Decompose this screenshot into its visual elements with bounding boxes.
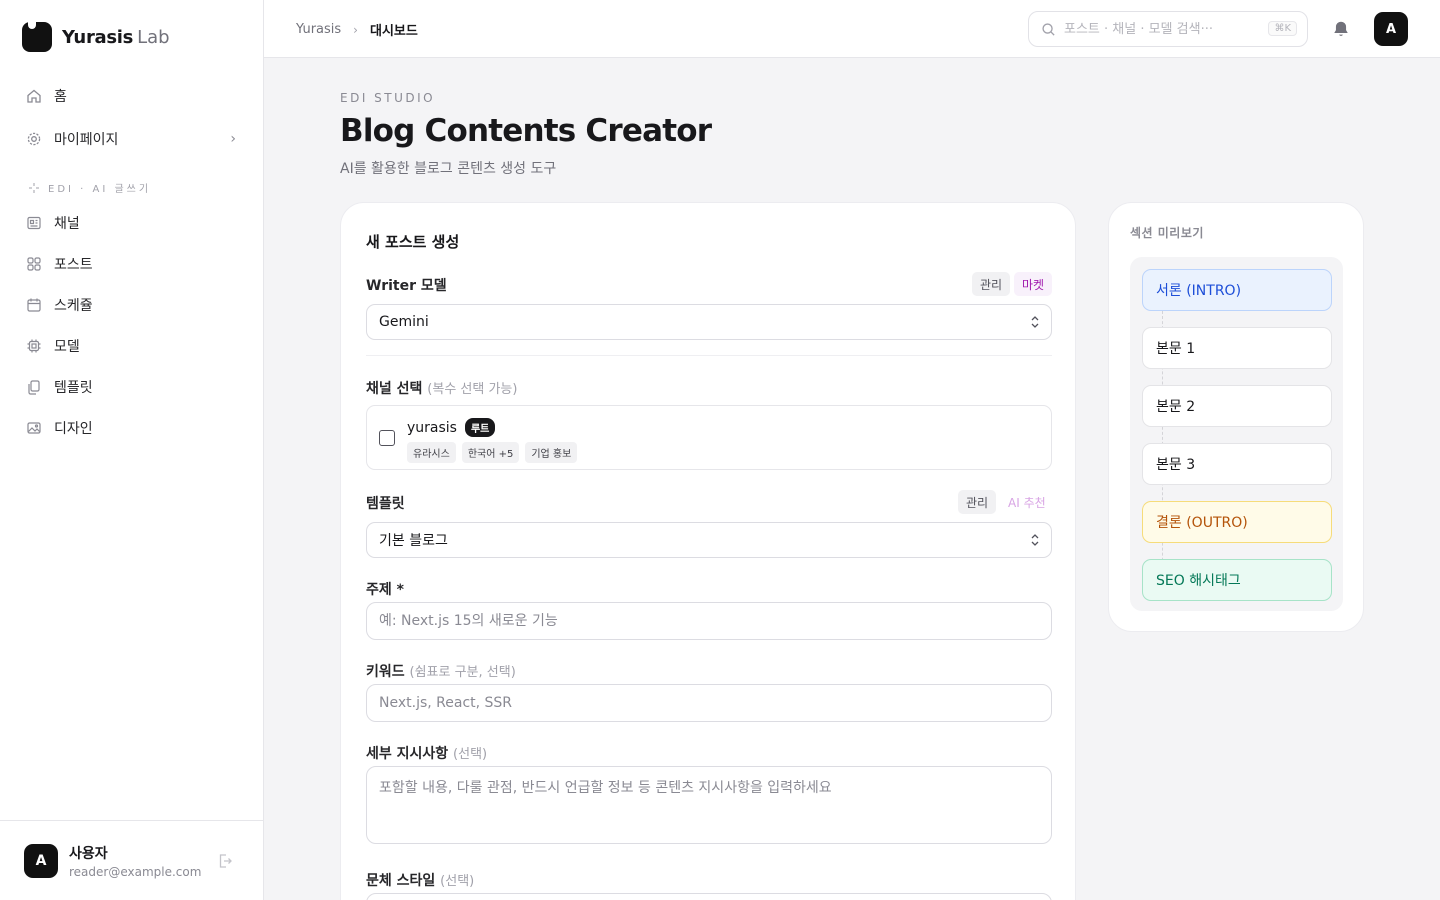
template-value: 기본 블로그 xyxy=(379,533,448,549)
details-hint: (선택) xyxy=(453,747,488,762)
topic-input[interactable] xyxy=(366,602,1052,640)
user-name: 사용자 xyxy=(69,845,108,862)
breadcrumb: Yurasis › 대시보드 xyxy=(296,20,418,39)
writer-model-value: Gemini xyxy=(379,314,429,330)
brand[interactable]: Yurasis Lab xyxy=(22,19,170,52)
channel-option[interactable]: yurasis 루트 유라시스 한국어 +5 기업 홍보 xyxy=(366,405,1052,470)
sidebar-item-label: 스케쥴 xyxy=(54,298,93,314)
new-post-form: 새 포스트 생성 Writer 모델 관리 마켓 Gemini 채널 선택 (복… xyxy=(340,202,1076,900)
brand-name: Yurasis xyxy=(62,26,134,48)
page-title: Blog Contents Creator xyxy=(340,113,712,149)
sidebar-item-schedule[interactable]: 스케쥴 xyxy=(14,287,250,323)
avatar: A xyxy=(24,843,58,878)
brand-logo xyxy=(22,19,52,52)
channel-select-hint: (복수 선택 가능) xyxy=(427,382,518,397)
sidebar-item-label: 모델 xyxy=(54,339,80,355)
sidebar-item-home[interactable]: 홈 xyxy=(14,78,250,114)
writer-model-select[interactable]: Gemini xyxy=(366,304,1052,340)
select-caret-icon xyxy=(1031,316,1039,328)
channel-name: yurasis xyxy=(407,419,457,436)
sidebar-item-mypage[interactable]: 마이페이지 › xyxy=(14,121,250,157)
sidebar-item-model[interactable]: 모델 xyxy=(14,328,250,364)
style-hint: (선택) xyxy=(440,874,475,889)
divider xyxy=(366,355,1052,356)
page-eyebrow: EDI STUDIO xyxy=(340,91,436,105)
sidebar-item-design[interactable]: 디자인 xyxy=(14,410,250,446)
brand-suffix: Lab xyxy=(137,26,170,48)
form-title: 새 포스트 생성 xyxy=(366,233,460,251)
sidebar-user[interactable]: A 사용자 reader@example.com xyxy=(0,820,263,900)
sidebar-item-label: 채널 xyxy=(54,216,80,232)
breadcrumb-current: 대시보드 xyxy=(369,24,418,39)
template-select[interactable]: 기본 블로그 xyxy=(366,522,1052,558)
channel-root-badge: 루트 xyxy=(464,418,496,437)
header-avatar[interactable]: A xyxy=(1374,12,1408,46)
copy-icon xyxy=(26,379,42,395)
channel-tag: 기업 홍보 xyxy=(525,442,578,463)
search-box[interactable]: ⌘K xyxy=(1028,11,1308,47)
section-preview: 섹션 미리보기 서론 (INTRO) 본문 1 본문 2 본문 3 결론 (OU… xyxy=(1108,202,1364,632)
details-label: 세부 지시사항 (선택) xyxy=(366,746,488,762)
grid-icon xyxy=(26,256,42,272)
topic-label: 주제 * xyxy=(366,582,404,598)
style-select[interactable] xyxy=(366,893,1052,900)
section-body-1: 본문 1 xyxy=(1142,327,1332,369)
search-shortcut: ⌘K xyxy=(1268,21,1297,36)
sidebar-item-label: 홈 xyxy=(54,89,67,105)
keywords-label: 키워드 (쉼표로 구분, 선택) xyxy=(366,664,516,680)
page-subtitle: AI를 활용한 블로그 콘텐츠 생성 도구 xyxy=(340,161,557,177)
style-label: 문체 스타일 (선택) xyxy=(366,873,475,889)
writer-manage-button[interactable]: 관리 xyxy=(972,272,1011,296)
section-seo: SEO 해시태그 xyxy=(1142,559,1332,601)
image-icon xyxy=(26,420,42,436)
details-textarea[interactable] xyxy=(366,766,1052,844)
sidebar-item-label: 템플릿 xyxy=(54,380,93,396)
writer-model-label: Writer 모델 xyxy=(366,278,447,294)
channel-tag: 유라시스 xyxy=(407,442,456,463)
sidebar-section-label: EDI · AI 글쓰기 xyxy=(28,180,151,195)
template-label: 템플릿 xyxy=(366,496,405,512)
calendar-icon xyxy=(26,297,42,313)
top-header: Yurasis › 대시보드 ⌘K A xyxy=(264,0,1440,58)
sidebar-item-channel[interactable]: 채널 xyxy=(14,205,250,241)
search-icon xyxy=(1042,22,1055,36)
chip-icon xyxy=(26,338,42,354)
newspaper-icon xyxy=(26,215,42,231)
section-intro: 서론 (INTRO) xyxy=(1142,269,1332,311)
template-manage-button[interactable]: 관리 xyxy=(958,490,997,514)
gear-icon xyxy=(26,131,42,147)
bell-icon[interactable] xyxy=(1332,20,1350,38)
channel-tags: 유라시스 한국어 +5 기업 홍보 xyxy=(407,442,578,463)
channel-tag: 한국어 +5 xyxy=(461,442,520,463)
chevron-right-icon: › xyxy=(230,131,236,147)
breadcrumb-root[interactable]: Yurasis xyxy=(296,22,341,37)
sidebar: Yurasis Lab 홈 마이페이지 › EDI · AI 글쓰기 채널 포스트 xyxy=(0,0,264,900)
template-ai-recommend-button[interactable]: AI 추천 xyxy=(1000,490,1054,514)
writer-market-button[interactable]: 마켓 xyxy=(1014,272,1053,296)
search-input[interactable] xyxy=(1064,21,1254,37)
sidebar-item-post[interactable]: 포스트 xyxy=(14,246,250,282)
sidebar-item-label: 마이페이지 xyxy=(54,132,119,148)
select-caret-icon xyxy=(1031,534,1039,546)
sidebar-item-template[interactable]: 템플릿 xyxy=(14,369,250,405)
user-email: reader@example.com xyxy=(69,864,202,879)
sparkle-icon xyxy=(29,182,39,193)
sidebar-item-label: 포스트 xyxy=(54,257,93,273)
section-preview-title: 섹션 미리보기 xyxy=(1130,226,1204,240)
chevron-right-icon: › xyxy=(353,22,358,37)
channel-select-label: 채널 선택 (복수 선택 가능) xyxy=(366,381,518,397)
keywords-hint: (쉼표로 구분, 선택) xyxy=(409,665,516,680)
section-body-3: 본문 3 xyxy=(1142,443,1332,485)
logout-icon[interactable] xyxy=(217,853,233,869)
section-outro: 결론 (OUTRO) xyxy=(1142,501,1332,543)
sidebar-item-label: 디자인 xyxy=(54,421,93,437)
section-preview-list: 서론 (INTRO) 본문 1 본문 2 본문 3 결론 (OUTRO) SEO… xyxy=(1130,257,1343,611)
channel-checkbox[interactable] xyxy=(379,430,395,446)
section-body-2: 본문 2 xyxy=(1142,385,1332,427)
home-icon xyxy=(26,88,42,104)
keywords-input[interactable] xyxy=(366,684,1052,722)
